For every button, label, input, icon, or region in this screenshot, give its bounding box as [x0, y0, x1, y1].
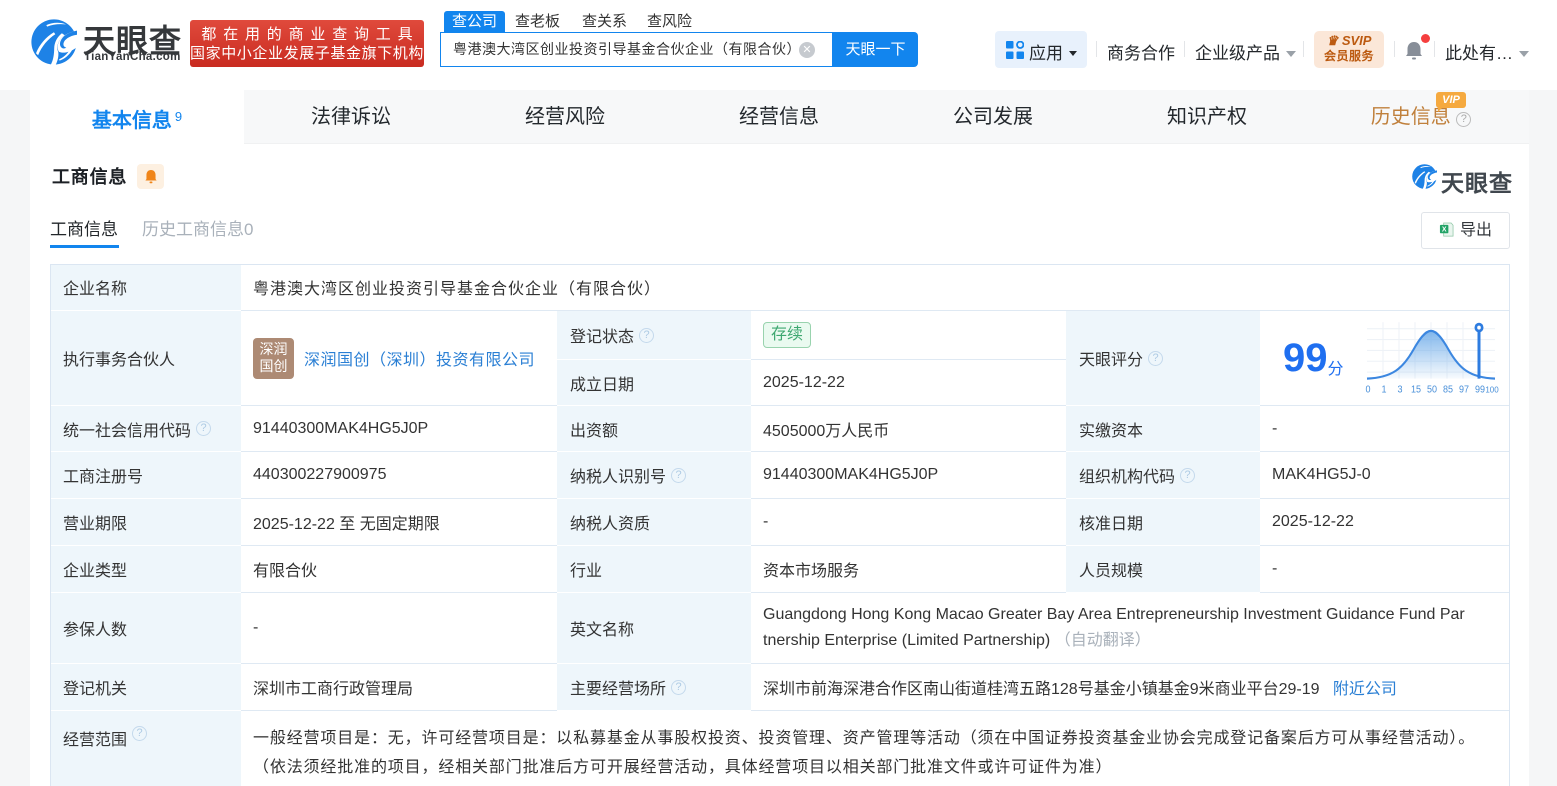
svg-text:85: 85 [1443, 383, 1453, 394]
svg-text:99: 99 [1475, 383, 1485, 394]
svg-text:1: 1 [1381, 383, 1386, 394]
svg-text:50: 50 [1427, 383, 1437, 394]
svg-text:100: 100 [1485, 384, 1499, 394]
svg-text:3: 3 [1397, 383, 1402, 394]
svg-text:97: 97 [1459, 383, 1469, 394]
svg-text:0: 0 [1365, 383, 1370, 394]
svg-text:X: X [1442, 227, 1447, 234]
svg-text:15: 15 [1411, 383, 1421, 394]
